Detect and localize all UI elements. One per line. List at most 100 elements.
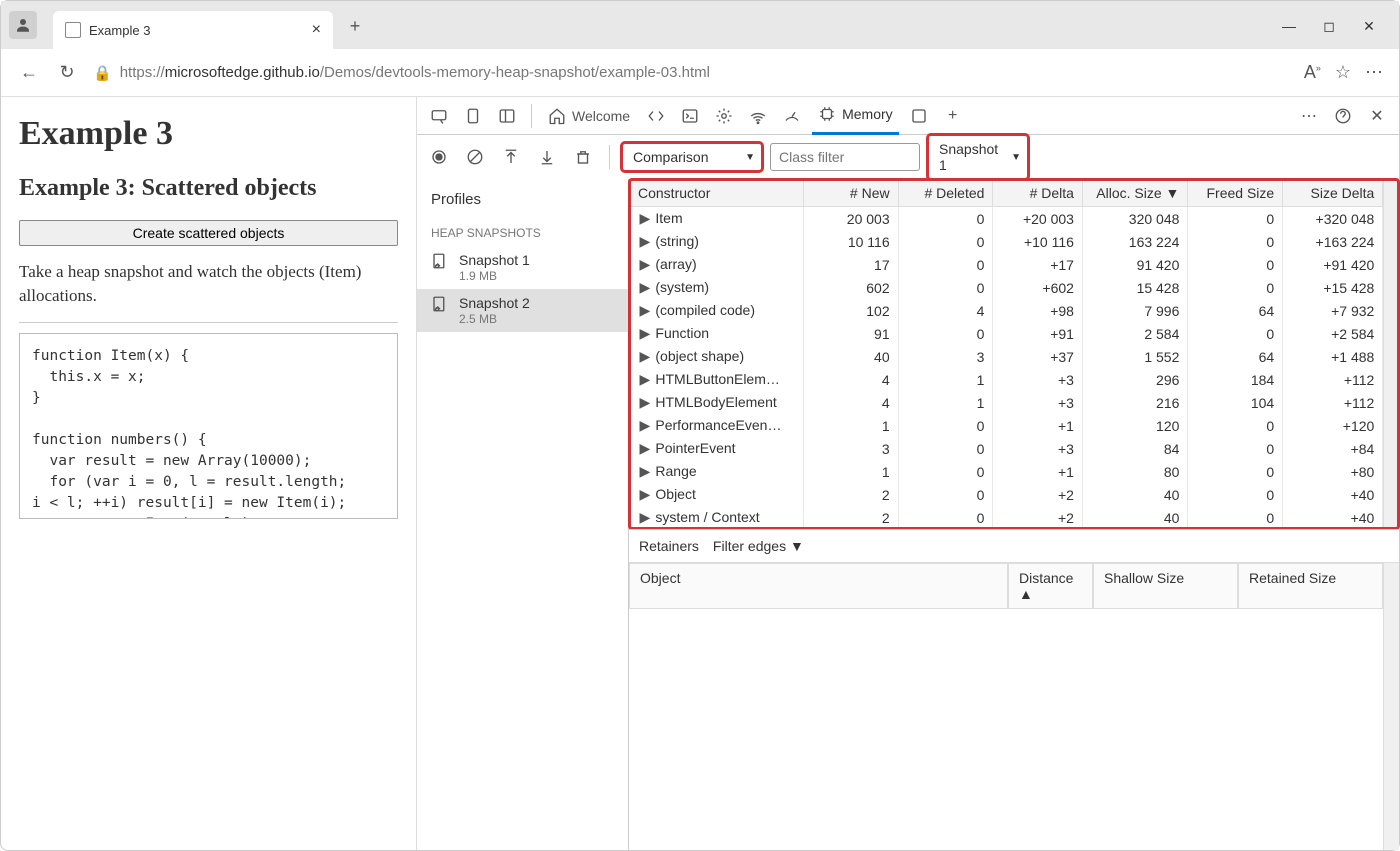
table-row[interactable]: ▶ HTMLBodyElement41+3216104+112 [630,391,1383,414]
expand-icon[interactable]: ▶ [640,210,652,227]
expand-icon[interactable]: ▶ [640,463,652,480]
import-icon[interactable] [497,143,525,171]
col-shallow[interactable]: Shallow Size [1093,563,1238,609]
expand-icon[interactable]: ▶ [640,440,652,457]
devtools-more-icon[interactable]: ⋯ [1295,102,1323,130]
back-button[interactable]: ← [17,62,41,83]
help-icon[interactable] [1329,102,1357,130]
refresh-button[interactable]: ↻ [55,62,79,83]
table-row[interactable]: ▶ (system)6020+60215 4280+15 428 [630,276,1383,299]
read-aloud-icon[interactable]: A» [1304,62,1321,83]
col-delta[interactable]: # Delta [993,180,1083,207]
page-icon [65,22,81,38]
table-row[interactable]: ▶ (object shape)403+371 55264+1 488 [630,345,1383,368]
expand-icon[interactable]: ▶ [640,256,652,273]
export-icon[interactable] [533,143,561,171]
browser-tab[interactable]: Example 3 × [53,11,333,49]
more-tabs-icon[interactable]: + [939,102,967,130]
new-tab-button[interactable]: + [341,16,369,37]
scrollbar[interactable] [1383,179,1399,529]
view-dropdown[interactable]: Comparison ▼ [622,143,762,171]
device-icon[interactable] [459,102,487,130]
table-row[interactable]: ▶ Function910+912 5840+2 584 [630,322,1383,345]
elements-icon[interactable] [642,102,670,130]
lock-icon: 🔒 [93,64,112,82]
expand-icon[interactable]: ▶ [640,394,652,411]
retainers-header: Object Distance ▲ Shallow Size Retained … [629,563,1399,609]
dock-icon[interactable] [493,102,521,130]
favorites-icon[interactable]: ☆ [1335,62,1351,83]
col-deleted[interactable]: # Deleted [898,180,993,207]
table-row[interactable]: ▶ Item20 0030+20 003320 0480+320 048 [630,207,1383,231]
code-box[interactable]: function Item(x) { this.x = x; } functio… [19,333,398,519]
base-snapshot-dropdown[interactable]: Snapshot 1 ▼ [928,135,1028,179]
snapshot-item[interactable]: Snapshot 22.5 MB [417,289,628,332]
tab-memory[interactable]: Memory [812,97,899,135]
col-size-delta[interactable]: Size Delta [1283,180,1383,207]
table-row[interactable]: ▶ Range10+1800+80 [630,460,1383,483]
create-scattered-objects-button[interactable]: Create scattered objects [19,220,398,246]
network-icon[interactable] [744,102,772,130]
memory-toolbar: Comparison ▼ Snapshot 1 ▼ [417,135,1399,179]
expand-icon[interactable]: ▶ [640,302,652,319]
snapshot-icon [431,295,451,326]
expand-icon[interactable]: ▶ [640,486,652,503]
close-tab-icon[interactable]: × [312,21,321,39]
col-freed[interactable]: Freed Size [1188,180,1283,207]
page-description: Take a heap snapshot and watch the objec… [19,260,398,308]
sources-icon[interactable] [710,102,738,130]
col-alloc[interactable]: Alloc. Size ▼ [1082,180,1187,207]
divider [19,322,398,323]
table-row[interactable]: ▶ Object20+2400+40 [630,483,1383,506]
scrollbar[interactable] [1383,563,1399,609]
retainers-title: Retainers [639,538,699,554]
page-h2: Example 3: Scattered objects [19,175,398,202]
url-host: microsoftedge.github.io [165,64,320,81]
inspect-icon[interactable] [425,102,453,130]
comparison-table: Constructor # New # Deleted # Delta Allo… [629,179,1383,529]
record-icon[interactable] [425,143,453,171]
expand-icon[interactable]: ▶ [640,417,652,434]
table-row[interactable]: ▶ (array)170+1791 4200+91 420 [630,253,1383,276]
performance-icon[interactable] [778,102,806,130]
table-row[interactable]: ▶ PointerEvent30+3840+84 [630,437,1383,460]
expand-icon[interactable]: ▶ [640,279,652,296]
application-icon[interactable] [905,102,933,130]
gc-icon[interactable] [569,143,597,171]
tab-welcome[interactable]: Welcome [542,97,636,135]
maximize-button[interactable]: ◻ [1319,18,1339,35]
col-new[interactable]: # New [803,180,898,207]
minimize-button[interactable]: — [1279,18,1299,35]
retainers-body [629,609,1399,850]
expand-icon[interactable]: ▶ [640,233,652,250]
url-box[interactable]: 🔒 https://microsoftedge.github.io/Demos/… [93,64,1290,82]
table-row[interactable]: ▶ (string)10 1160+10 116163 2240+163 224 [630,230,1383,253]
col-constructor[interactable]: Constructor [630,180,804,207]
table-row[interactable]: ▶ HTMLButtonElem…41+3296184+112 [630,368,1383,391]
col-retained[interactable]: Retained Size [1238,563,1383,609]
table-row[interactable]: ▶ (compiled code)1024+987 99664+7 932 [630,299,1383,322]
table-row[interactable]: ▶ system / Context20+2400+40 [630,506,1383,529]
chevron-down-icon: ▼ [745,152,755,163]
snapshot-size: 2.5 MB [459,312,530,326]
table-row[interactable]: ▶ PerformanceEven…10+11200+120 [630,414,1383,437]
more-icon[interactable]: ⋯ [1365,62,1383,83]
expand-icon[interactable]: ▶ [640,325,652,342]
col-distance[interactable]: Distance ▲ [1008,563,1093,609]
clear-icon[interactable] [461,143,489,171]
close-devtools-icon[interactable]: ✕ [1363,102,1391,130]
titlebar: Example 3 × + — ◻ ✕ [1,1,1399,49]
class-filter-input[interactable] [770,143,920,171]
filter-edges-dropdown[interactable]: Filter edges ▼ [713,538,804,554]
snapshot-item[interactable]: Snapshot 11.9 MB [417,246,628,289]
expand-icon[interactable]: ▶ [640,371,652,388]
expand-icon[interactable]: ▶ [640,348,652,365]
col-object[interactable]: Object [629,563,1008,609]
chevron-down-icon: ▼ [1011,152,1021,163]
snapshot-name: Snapshot 2 [459,295,530,312]
expand-icon[interactable]: ▶ [640,509,652,526]
console-icon[interactable] [676,102,704,130]
close-window-button[interactable]: ✕ [1359,18,1379,35]
profile-icon[interactable] [9,11,37,39]
scrollbar[interactable] [1383,609,1399,850]
